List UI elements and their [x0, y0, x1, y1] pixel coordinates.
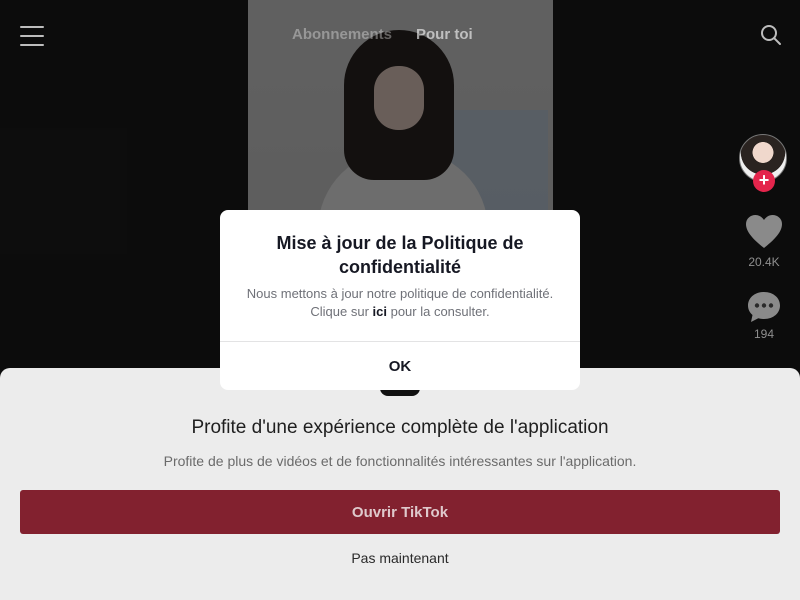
comment-count: 194: [753, 327, 775, 341]
follow-button[interactable]: +: [753, 170, 775, 192]
modal-title: Mise à jour de la Politique de confident…: [276, 233, 524, 277]
heart-icon[interactable]: [745, 214, 783, 250]
privacy-policy-modal: Mise à jour de la Politique de confident…: [220, 210, 580, 390]
sheet-title: Profite d'une expérience complète de l'a…: [191, 417, 609, 438]
search-icon[interactable]: [760, 24, 782, 46]
ok-button[interactable]: OK: [220, 342, 580, 390]
modal-body: Nous mettons à jour notre politique de c…: [240, 285, 560, 321]
sheet-subtitle: Profite de plus de vidéos et de fonction…: [163, 453, 637, 469]
open-tiktok-button[interactable]: Ouvrir TikTok: [20, 490, 780, 534]
comment-icon[interactable]: [746, 290, 782, 324]
tab-for-you[interactable]: Pour toi: [416, 26, 473, 43]
privacy-policy-link[interactable]: ici: [373, 304, 387, 319]
feed-tabs: Abonnements Pour toi: [292, 26, 473, 43]
like-count: 20.4K: [748, 255, 780, 269]
top-navigation: Abonnements Pour toi: [0, 0, 800, 72]
not-now-button[interactable]: Pas maintenant: [300, 546, 500, 570]
open-app-sheet: Profite d'une expérience complète de l'a…: [0, 368, 800, 600]
modal-body-text-end: pour la consulter.: [386, 304, 490, 319]
hamburger-menu-icon[interactable]: [20, 26, 44, 46]
tab-following[interactable]: Abonnements: [292, 26, 392, 43]
plus-icon: +: [758, 170, 770, 190]
